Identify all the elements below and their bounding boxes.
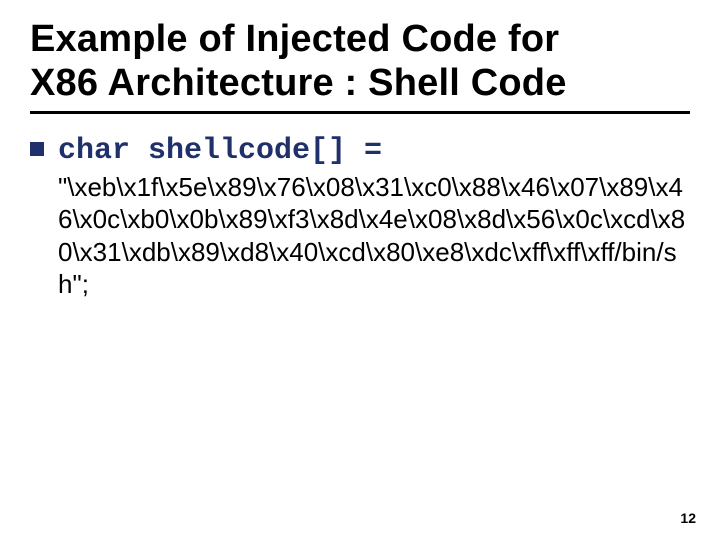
title-divider xyxy=(30,111,690,114)
page-number: 12 xyxy=(680,510,696,526)
slide: Example of Injected Code for X86 Archite… xyxy=(0,0,720,540)
slide-body: char shellcode[] = "\xeb\x1f\x5e\x89\x76… xyxy=(30,132,690,300)
title-line-2: X86 Architecture : Shell Code xyxy=(30,62,567,104)
bullet-square-icon xyxy=(30,142,44,156)
code-declaration: char shellcode[] = xyxy=(58,132,382,170)
slide-title: Example of Injected Code for X86 Archite… xyxy=(30,18,690,105)
title-line-1: Example of Injected Code for xyxy=(30,18,559,60)
shellcode-string: "\xeb\x1f\x5e\x89\x76\x08\x31\xc0\x88\x4… xyxy=(58,171,690,301)
bullet-item: char shellcode[] = xyxy=(30,132,690,170)
